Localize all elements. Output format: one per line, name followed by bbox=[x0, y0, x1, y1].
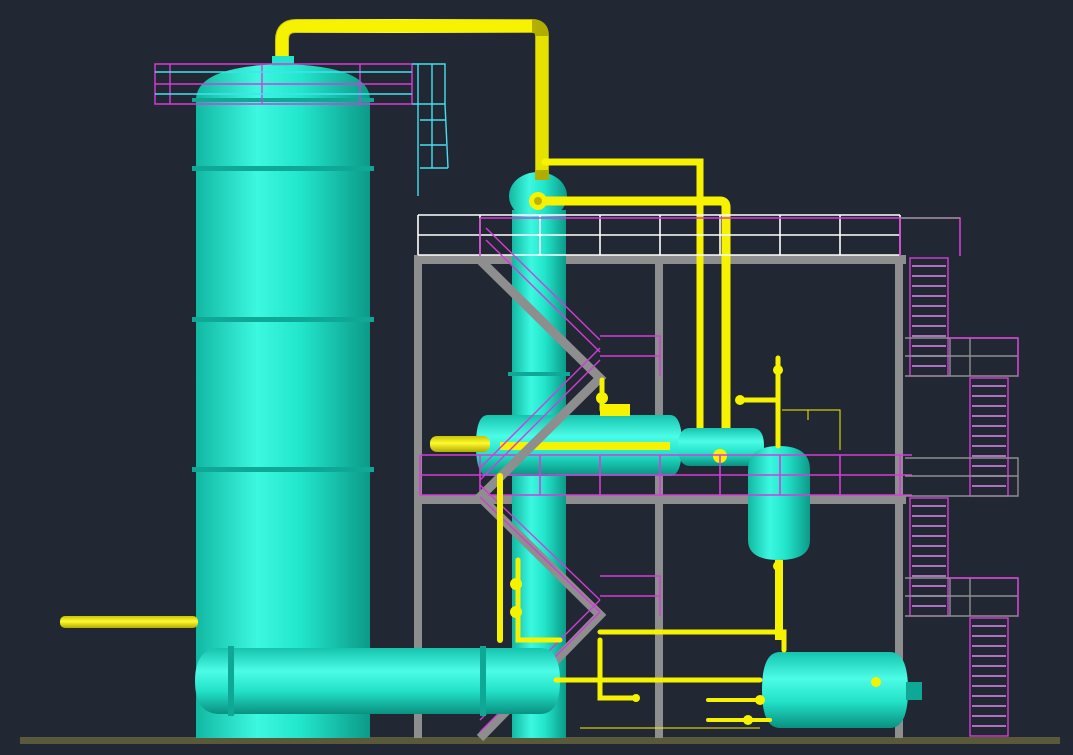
ground-line bbox=[20, 737, 1060, 744]
upper-platform-railing bbox=[417, 214, 961, 256]
side-nozzle-pipe bbox=[60, 616, 198, 628]
receiver-drum bbox=[762, 652, 922, 728]
bottom-horizontal-drum bbox=[195, 646, 560, 716]
right-stair-tower bbox=[905, 257, 1019, 737]
plant-3d-view bbox=[20, 19, 1060, 744]
main-column bbox=[192, 56, 374, 738]
